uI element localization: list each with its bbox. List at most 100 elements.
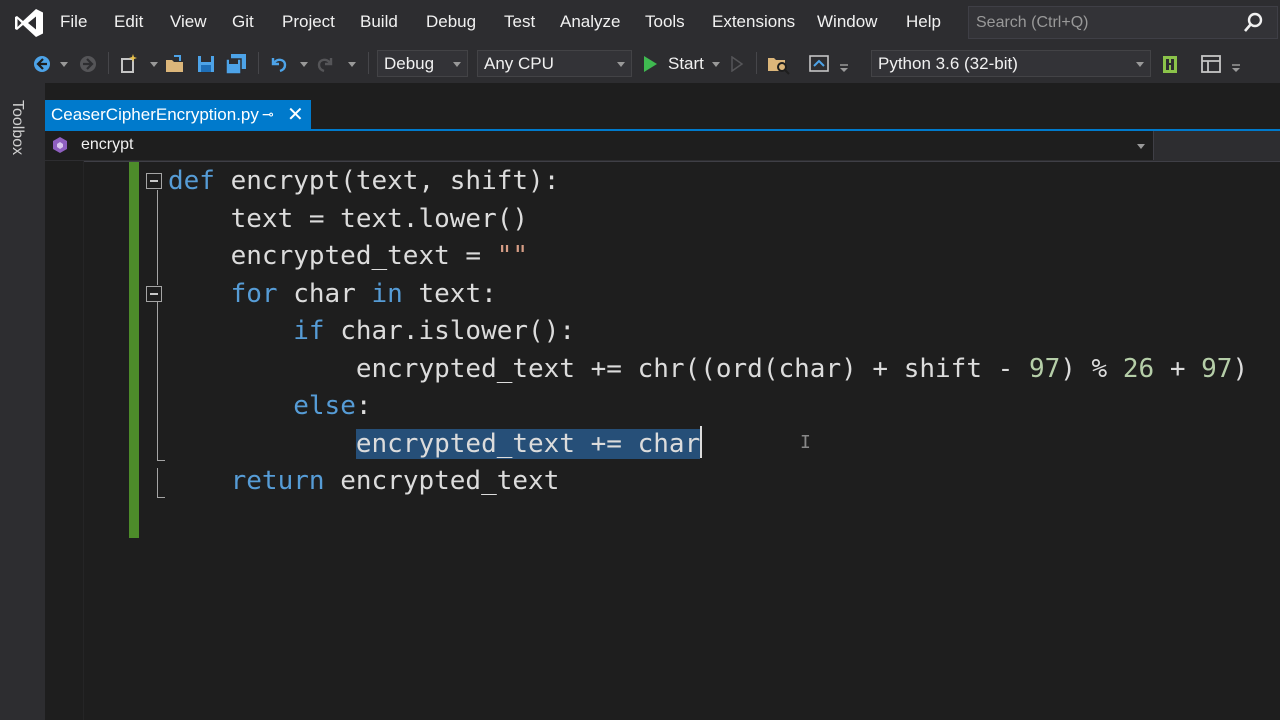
- code-token: +: [1154, 353, 1202, 384]
- outline-guide-end: [157, 460, 165, 461]
- toolbar-separator: [258, 52, 259, 74]
- code-line[interactable]: encrypted_text += char: [168, 425, 1248, 464]
- code-token: encrypted_text: [324, 466, 560, 496]
- layout-window-icon[interactable]: [1200, 45, 1222, 83]
- code-token: ): [1232, 353, 1249, 384]
- configuration-value: Debug: [384, 54, 435, 73]
- navigation-bar: encrypt: [45, 131, 1280, 162]
- toolbar-overflow-caret[interactable]: [838, 45, 850, 83]
- code-token: 26: [1122, 353, 1155, 384]
- collapse-function-icon[interactable]: [146, 173, 162, 189]
- environment-value: Python 3.6 (32-bit): [878, 54, 1018, 73]
- chevron-down-icon: [1136, 62, 1144, 67]
- code-token: text:: [402, 278, 497, 309]
- start-button[interactable]: Start: [642, 45, 720, 83]
- save-all-icon[interactable]: [224, 45, 248, 83]
- code-line[interactable]: else:: [168, 388, 1248, 426]
- search-input[interactable]: Search (Ctrl+Q): [968, 6, 1278, 39]
- back-dropdown-caret[interactable]: [60, 45, 68, 83]
- pin-icon[interactable]: ⊸: [262, 106, 274, 123]
- code-line[interactable]: def encrypt(text, shift):: [168, 163, 1248, 201]
- redo-icon[interactable]: [316, 45, 336, 83]
- new-project-icon[interactable]: [118, 45, 140, 83]
- navigate-forward-icon[interactable]: [78, 45, 98, 83]
- menu-item-analyze[interactable]: Analyze: [560, 12, 620, 32]
- visual-studio-logo[interactable]: [12, 6, 46, 40]
- menu-item-view[interactable]: View: [170, 12, 207, 32]
- solution-platform-dropdown[interactable]: Any CPU: [477, 50, 632, 77]
- chevron-down-icon: [453, 62, 461, 67]
- undo-icon[interactable]: [268, 45, 288, 83]
- menu-item-project[interactable]: Project: [282, 12, 335, 32]
- code-token: return: [230, 466, 325, 496]
- code-line[interactable]: return encrypted_text: [168, 463, 1248, 501]
- code-editor[interactable]: def encrypt(text, shift): text = text.lo…: [168, 163, 1248, 501]
- new-dropdown-caret[interactable]: [150, 45, 158, 83]
- toolbox-tab[interactable]: Toolbox: [8, 100, 26, 155]
- redo-dropdown-caret[interactable]: [348, 45, 356, 83]
- code-line[interactable]: text = text.lower(): [168, 201, 1248, 239]
- publish-web-icon[interactable]: [808, 45, 830, 83]
- ibeam-cursor-icon: I: [800, 432, 811, 453]
- menu-item-edit[interactable]: Edit: [114, 12, 143, 32]
- change-tracking-bar: [129, 162, 139, 538]
- code-token: "": [496, 241, 529, 271]
- toolbar-separator: [756, 52, 757, 74]
- collapse-for-block-icon[interactable]: [146, 286, 162, 302]
- menu-item-test[interactable]: Test: [504, 12, 535, 32]
- menu-item-tools[interactable]: Tools: [645, 12, 685, 32]
- undo-dropdown-caret[interactable]: [300, 45, 308, 83]
- code-line[interactable]: if char.islower():: [168, 313, 1248, 351]
- save-icon[interactable]: [196, 45, 216, 83]
- open-file-icon[interactable]: [164, 45, 186, 83]
- start-without-debugging-icon[interactable]: [730, 45, 744, 83]
- code-token: encrypted_text += chr((ord(char) + shift…: [168, 353, 1029, 384]
- code-token: if: [293, 316, 325, 346]
- tab-ceasercipherencryption[interactable]: CeaserCipherEncryption.py ⊸ ✕: [45, 100, 311, 130]
- python-environments-icon[interactable]: [1160, 45, 1180, 83]
- python-environment-dropdown[interactable]: Python 3.6 (32-bit): [871, 50, 1151, 77]
- code-line[interactable]: encrypted_text = "": [168, 238, 1248, 276]
- menu-item-extensions[interactable]: Extensions: [712, 12, 795, 32]
- menu-item-git[interactable]: Git: [232, 12, 254, 32]
- code-line[interactable]: encrypted_text += chr((ord(char) + shift…: [168, 351, 1248, 389]
- platform-value: Any CPU: [484, 54, 554, 73]
- close-icon[interactable]: ✕: [287, 102, 304, 127]
- code-token: encrypted_text += char: [355, 428, 701, 459]
- menu-bar: File Edit View Git Project Build Debug Test Anal…: [0, 0, 1280, 45]
- code-token: encrypt(text, shift):: [214, 166, 560, 196]
- member-scope-dropdown[interactable]: encrypt: [45, 131, 1154, 160]
- text-caret: [700, 425, 703, 458]
- solution-configuration-dropdown[interactable]: Debug: [377, 50, 468, 77]
- navigate-back-icon[interactable]: [32, 45, 52, 83]
- code-token: in: [371, 278, 403, 309]
- method-cube-icon: [53, 137, 67, 153]
- toolbar-customize-caret[interactable]: [1230, 45, 1242, 83]
- start-label: Start: [668, 54, 704, 73]
- code-token: else: [293, 391, 356, 421]
- toolbar-separator: [108, 52, 109, 74]
- open-in-file-explorer-icon[interactable]: [766, 45, 790, 83]
- toolbox-panel-strip: [0, 83, 45, 720]
- code-token: char.islower():: [324, 316, 575, 346]
- search-icon: [1244, 12, 1263, 32]
- menu-item-build[interactable]: Build: [360, 12, 398, 32]
- toolbar-separator: [368, 52, 369, 74]
- tab-filename: CeaserCipherEncryption.py: [51, 105, 259, 124]
- code-token: text = text.lower(): [168, 203, 529, 234]
- code-line[interactable]: for char in text:: [168, 276, 1248, 314]
- menu-item-file[interactable]: File: [60, 12, 87, 32]
- menu-item-debug[interactable]: Debug: [426, 12, 476, 32]
- outline-guide-end: [157, 497, 165, 498]
- code-token: 97: [1028, 353, 1061, 384]
- play-icon: [644, 56, 657, 72]
- menu-item-help[interactable]: Help: [906, 12, 941, 32]
- menu-item-window[interactable]: Window: [817, 12, 877, 32]
- code-token: :: [355, 391, 372, 421]
- search-placeholder: Search (Ctrl+Q): [976, 14, 1089, 31]
